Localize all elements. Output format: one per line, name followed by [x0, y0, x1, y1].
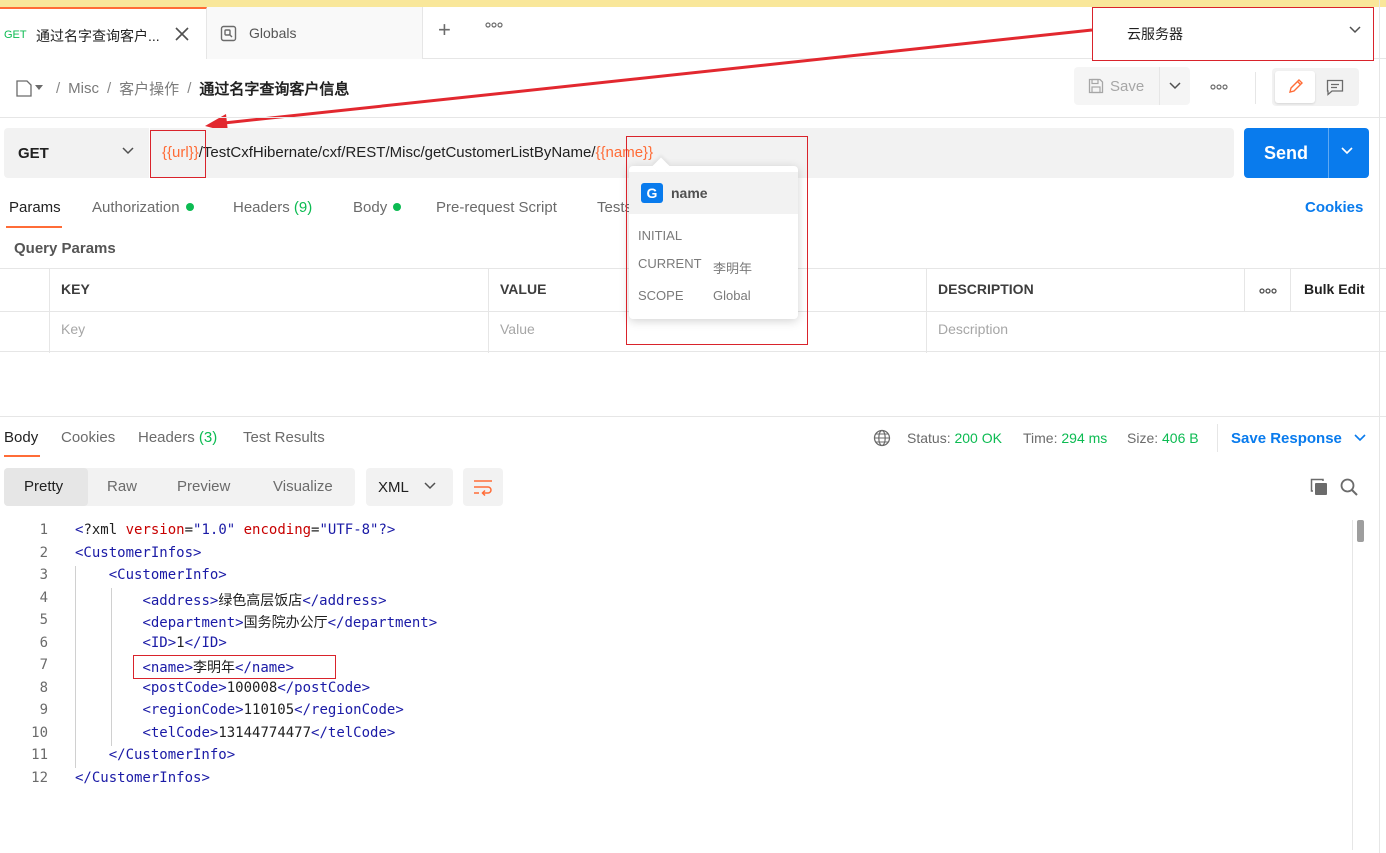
chevron-down-icon[interactable]: [1169, 82, 1181, 90]
chevron-down-icon[interactable]: [1341, 147, 1353, 155]
annotation-box-url-var: [150, 130, 206, 178]
status-dot: [185, 203, 194, 211]
column-header-key: KEY: [61, 281, 90, 297]
code-line: <address>绿色高层饭店</address>: [142, 592, 387, 609]
pencil-icon: [1289, 79, 1303, 93]
tab-authorization[interactable]: Authorization: [92, 199, 194, 216]
breadcrumb: / Misc / 客户操作 / 通过名字查询客户信息: [16, 74, 349, 102]
save-label: Save: [1110, 78, 1145, 95]
chevron-down-icon: [424, 482, 436, 490]
send-button[interactable]: Send: [1244, 128, 1369, 178]
code-line: <regionCode>110105</regionCode>: [142, 702, 404, 718]
more-actions-icon[interactable]: [1210, 84, 1228, 90]
status-dot: [393, 203, 402, 211]
method-label: GET: [18, 145, 49, 162]
search-icon[interactable]: [1340, 478, 1358, 496]
line-number: 4: [39, 589, 48, 606]
line-number: 9: [39, 702, 48, 718]
code-line: <CustomerInfos>: [75, 544, 202, 561]
key-input[interactable]: Key: [61, 321, 85, 337]
column-options-icon[interactable]: [1259, 288, 1277, 294]
chevron-down-icon: [122, 147, 134, 155]
size-info[interactable]: Size: 406 B: [1127, 430, 1199, 446]
scrollbar[interactable]: [1357, 520, 1364, 542]
value-input[interactable]: Value: [500, 321, 535, 337]
url-text[interactable]: {{url}}/TestCxfHibernate/cxf/REST/Misc/g…: [162, 144, 653, 161]
format-label: XML: [378, 479, 409, 496]
column-header-value: VALUE: [500, 281, 547, 297]
globe-icon[interactable]: [873, 429, 891, 447]
response-tab-test-results[interactable]: Test Results: [243, 429, 325, 446]
tab-headers[interactable]: Headers (9): [233, 199, 312, 216]
column-header-description: DESCRIPTION: [938, 281, 1034, 297]
response-tab-cookies[interactable]: Cookies: [61, 429, 115, 446]
code-line: <CustomerInfo>: [108, 567, 227, 583]
response-tab-body[interactable]: Body: [4, 429, 38, 446]
save-icon: [1088, 78, 1104, 94]
code-line: <ID>1</ID>: [142, 634, 227, 651]
page-title[interactable]: 通过名字查询客户信息: [199, 78, 349, 99]
url-path: /TestCxfHibernate/cxf/REST/Misc/getCusto…: [198, 144, 596, 161]
tab-params[interactable]: Params: [9, 199, 61, 216]
line-number: 6: [39, 634, 48, 651]
line-number: 1: [39, 522, 48, 538]
collection-icon[interactable]: [16, 79, 48, 97]
send-label: Send: [1264, 143, 1309, 163]
chevron-down-icon: [1354, 434, 1366, 442]
copy-icon[interactable]: [1310, 478, 1328, 496]
comment-icon[interactable]: [1326, 79, 1344, 96]
code-line: </CustomerInfo>: [108, 747, 236, 763]
line-number: 11: [31, 747, 48, 763]
line-number: 12: [31, 769, 48, 786]
code-line: <telCode>13144774477</telCode>: [142, 724, 396, 741]
line-number: 3: [39, 567, 48, 583]
tab-body[interactable]: Body: [353, 199, 402, 216]
breadcrumb-item[interactable]: 客户操作: [119, 78, 179, 99]
view-visualize[interactable]: Visualize: [273, 478, 333, 495]
line-number: 8: [39, 679, 48, 696]
wrap-icon: [474, 480, 492, 496]
view-preview[interactable]: Preview: [177, 478, 230, 495]
line-number: 5: [39, 612, 48, 628]
line-number: 10: [31, 724, 48, 741]
cookies-link[interactable]: Cookies: [1305, 199, 1363, 216]
code-line: </CustomerInfos>: [75, 769, 210, 786]
format-select[interactable]: XML: [366, 468, 453, 506]
time-info[interactable]: Time: 294 ms: [1023, 430, 1107, 446]
breadcrumb-item[interactable]: Misc: [68, 80, 99, 97]
description-input[interactable]: Description: [938, 321, 1008, 337]
view-raw[interactable]: Raw: [107, 478, 137, 495]
bulk-edit-button[interactable]: Bulk Edit: [1304, 281, 1365, 297]
annotation-box-name-var: [626, 136, 808, 345]
line-number: 7: [39, 657, 48, 673]
method-select[interactable]: GET: [4, 128, 149, 178]
view-pretty[interactable]: Pretty: [24, 478, 63, 495]
save-response-button[interactable]: Save Response: [1231, 430, 1366, 447]
tab-tests[interactable]: Tests: [597, 199, 629, 216]
query-params-title: Query Params: [14, 240, 116, 257]
response-tab-headers[interactable]: Headers (3): [138, 429, 217, 446]
view-mode-toggle: [1272, 68, 1359, 106]
status-info[interactable]: Status: 200 OK: [907, 430, 1002, 446]
code-line: <department>国务院办公厅</department>: [142, 615, 438, 631]
code-line: <?xml version="1.0" encoding="UTF-8"?>: [75, 522, 396, 538]
edit-mode-button[interactable]: [1275, 71, 1315, 103]
code-line: <postCode>100008</postCode>: [142, 679, 371, 696]
line-number: 2: [39, 544, 48, 561]
save-button[interactable]: Save: [1074, 67, 1190, 105]
tab-prerequest-script[interactable]: Pre-request Script: [436, 199, 557, 216]
wrap-lines-button[interactable]: [463, 468, 503, 506]
annotation-box-name-line: [133, 655, 336, 679]
